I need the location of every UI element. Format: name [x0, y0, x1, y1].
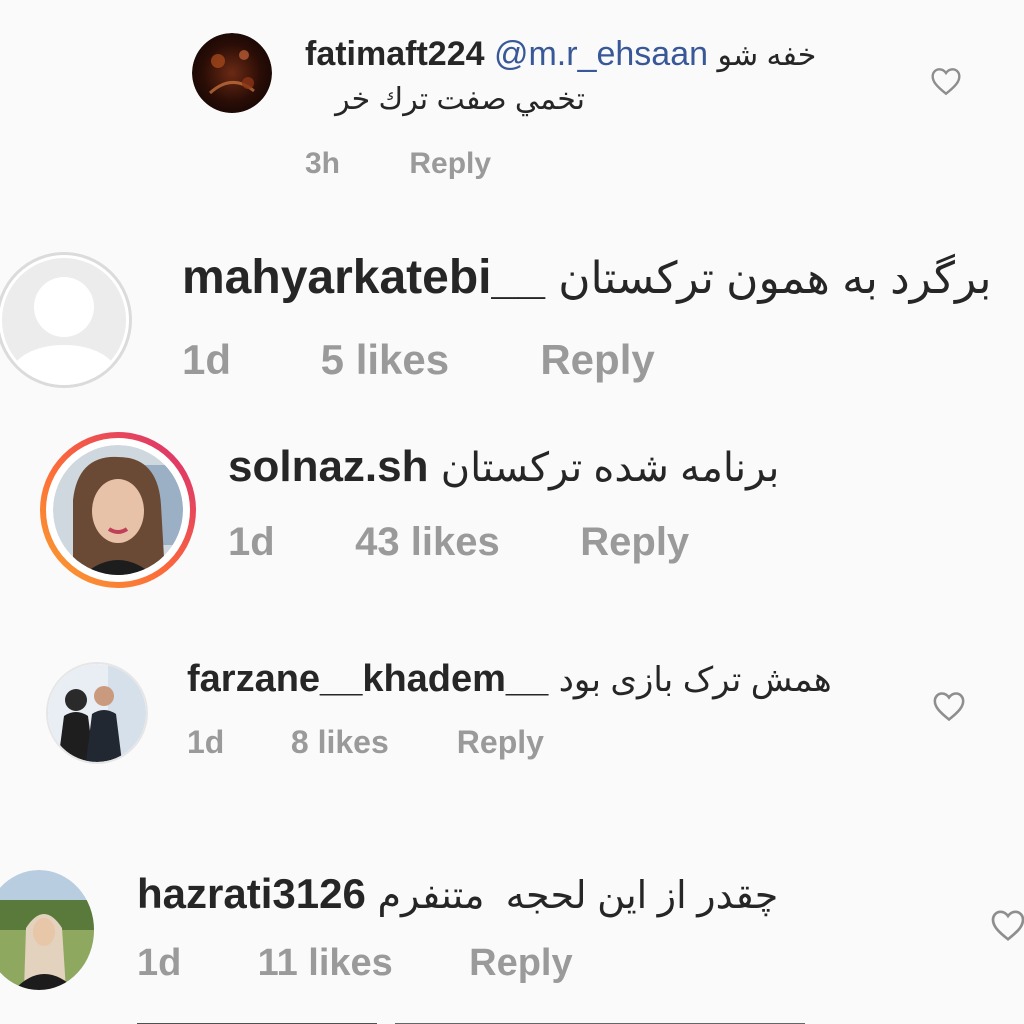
reply-button[interactable]: Reply — [469, 942, 572, 985]
heart-outline-icon — [991, 910, 1024, 941]
avatar-photo — [0, 870, 94, 990]
username-link[interactable]: solnaz.sh — [228, 442, 429, 491]
comment-meta: 1d 11 likes Reply — [137, 942, 573, 985]
avatar[interactable] — [192, 33, 272, 113]
username-link[interactable]: hazrati3126 — [137, 870, 366, 917]
timestamp: 1d — [187, 724, 225, 760]
avatar[interactable] — [0, 870, 94, 990]
username-link[interactable]: fatimaft224 — [305, 35, 485, 73]
timestamp: 1d — [228, 520, 275, 564]
comment-text: چقدر از این لحجه متنفرم — [377, 875, 779, 917]
like-count[interactable]: 43 likes — [355, 520, 569, 565]
mention-link[interactable]: @m.r_ehsaan — [494, 35, 708, 73]
avatar[interactable] — [46, 662, 148, 764]
avatar-photo — [48, 664, 146, 762]
comment-text-line: mahyarkatebi__ برگرد به همون ترکستان — [182, 250, 992, 305]
comment-hazrati3126: hazrati3126 چقدر از این لحجه متنفرم 1d 1… — [0, 860, 1024, 1010]
like-button[interactable] — [990, 908, 1024, 947]
comment-text-line: solnaz.sh برنامه شده ترکستان — [228, 442, 779, 492]
comment-meta: 1d 43 likes Reply — [228, 520, 689, 565]
like-count[interactable]: 5 likes — [321, 336, 529, 384]
comment-farzane-khadem: farzane__khadem__ همش ترک بازی بود 1d 8 … — [0, 640, 1024, 780]
timestamp: 1d — [137, 942, 182, 984]
comment-solnaz: solnaz.sh برنامه شده ترکستان 1d 43 likes… — [0, 420, 1024, 600]
like-button[interactable] — [932, 690, 966, 727]
comment-fatimaft224: fatimaft224 @m.r_ehsaan خفه شو تخمي صفت … — [0, 0, 1024, 200]
heart-outline-icon — [931, 68, 961, 96]
reply-button[interactable]: Reply — [457, 724, 544, 761]
comment-text: برگرد به همون ترکستان — [558, 254, 992, 303]
next-comment-cutoff — [0, 1016, 1024, 1024]
comment-text-line: fatimaft224 @m.r_ehsaan خفه شو — [305, 35, 816, 74]
comment-mahyarkatebi: mahyarkatebi__ برگرد به همون ترکستان 1d … — [0, 240, 1024, 400]
avatar-photo — [53, 445, 183, 575]
reply-button[interactable]: Reply — [580, 520, 689, 565]
reply-button[interactable]: Reply — [409, 147, 491, 181]
timestamp: 1d — [182, 336, 232, 383]
like-count[interactable]: 11 likes — [258, 942, 459, 985]
avatar[interactable] — [0, 252, 132, 388]
comment-meta: 3h Reply — [305, 147, 491, 181]
person-silhouette-icon — [2, 258, 126, 385]
username-link[interactable]: mahyarkatebi__ — [182, 251, 545, 304]
comment-text-line: farzane__khadem__ همش ترک بازی بود — [187, 658, 832, 701]
like-count[interactable]: 8 likes — [291, 724, 448, 761]
reply-button[interactable]: Reply — [540, 336, 654, 384]
comment-text-line: hazrati3126 چقدر از این لحجه متنفرم — [137, 870, 778, 918]
timestamp: 3h — [305, 147, 341, 180]
comment-text: همش ترک بازی بود — [558, 661, 832, 699]
avatar-story-ring[interactable] — [40, 432, 196, 588]
comment-text: خفه شو — [717, 39, 817, 72]
heart-outline-icon — [933, 692, 965, 722]
comment-text: برنامه شده ترکستان — [440, 446, 780, 490]
comment-text-continued: تخمي صفت ترك خر — [335, 83, 585, 116]
like-button[interactable] — [930, 66, 962, 101]
comment-meta: 1d 5 likes Reply — [182, 336, 655, 384]
comment-meta: 1d 8 likes Reply — [187, 724, 544, 761]
username-link[interactable]: farzane__khadem__ — [187, 658, 548, 700]
